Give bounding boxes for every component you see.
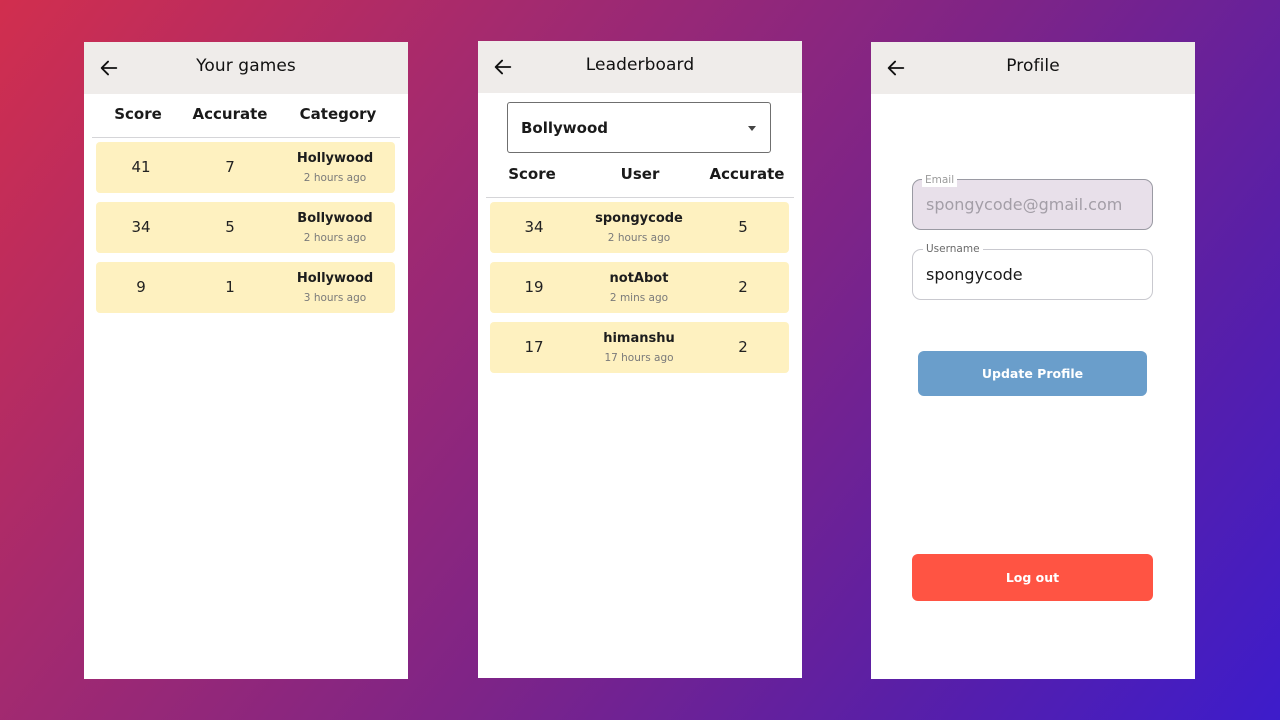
game-time: 2 hours ago bbox=[303, 172, 367, 184]
game-row[interactable]: 34 5 Bollywood 2 hours ago bbox=[96, 202, 395, 253]
leaderboard-user: spongycode bbox=[595, 211, 683, 226]
username-field-value: spongycode bbox=[926, 265, 1023, 284]
email-field-value: spongycode@gmail.com bbox=[926, 195, 1123, 214]
update-profile-button[interactable]: Update Profile bbox=[918, 351, 1147, 396]
category-select-value: Bollywood bbox=[521, 119, 609, 137]
leaderboard-score: 34 bbox=[524, 218, 544, 236]
username-field-label: Username bbox=[923, 242, 983, 256]
profile-app-bar: Profile bbox=[871, 42, 1195, 94]
caret-down-icon bbox=[748, 126, 756, 131]
game-score: 41 bbox=[131, 158, 151, 176]
leaderboard-user: notAbot bbox=[609, 271, 669, 286]
game-time: 3 hours ago bbox=[303, 292, 367, 304]
game-row[interactable]: 41 7 Hollywood 2 hours ago bbox=[96, 142, 395, 193]
page-title: Your games bbox=[196, 56, 296, 76]
leaderboard-user: himanshu bbox=[603, 331, 675, 346]
game-category: Hollywood bbox=[296, 271, 374, 286]
email-field[interactable]: Email spongycode@gmail.com bbox=[912, 173, 1153, 230]
leaderboard-score: 19 bbox=[524, 278, 544, 296]
game-accurate: 7 bbox=[225, 158, 235, 176]
logout-button[interactable]: Log out bbox=[912, 554, 1153, 601]
column-header-user: User bbox=[620, 165, 660, 183]
leaderboard-accurate: 5 bbox=[738, 218, 748, 236]
games-app-bar: Your games bbox=[84, 42, 408, 94]
game-score: 34 bbox=[131, 218, 151, 236]
leaderboard-time: 2 mins ago bbox=[609, 292, 669, 304]
games-screen: Your games Score Accurate Category 41 7 … bbox=[84, 42, 408, 679]
leaderboard-row[interactable]: 34 spongycode 2 hours ago 5 bbox=[490, 202, 789, 253]
leaderboard-time: 17 hours ago bbox=[604, 352, 674, 364]
profile-screen: Profile Email spongycode@gmail.com Usern… bbox=[871, 42, 1195, 679]
email-field-label: Email bbox=[922, 173, 958, 187]
leaderboard-score: 17 bbox=[524, 338, 544, 356]
page-title: Profile bbox=[1006, 56, 1060, 76]
leaderboard-app-bar: Leaderboard bbox=[478, 41, 802, 93]
category-select[interactable]: Bollywood bbox=[507, 102, 771, 153]
leaderboard-screen: Leaderboard Bollywood Score User Accurat… bbox=[478, 41, 802, 678]
column-header-score: Score bbox=[114, 105, 162, 123]
game-accurate: 1 bbox=[225, 278, 235, 296]
game-category: Hollywood bbox=[296, 151, 374, 166]
game-time: 2 hours ago bbox=[303, 232, 367, 244]
page-title: Leaderboard bbox=[585, 55, 695, 75]
column-header-accurate: Accurate bbox=[709, 165, 785, 183]
leaderboard-accurate: 2 bbox=[738, 338, 748, 356]
game-accurate: 5 bbox=[225, 218, 235, 236]
leaderboard-time: 2 hours ago bbox=[607, 232, 671, 244]
column-header-accurate: Accurate bbox=[192, 105, 268, 123]
username-field[interactable]: Username spongycode bbox=[912, 242, 1153, 300]
leaderboard-accurate: 2 bbox=[738, 278, 748, 296]
header-divider bbox=[92, 137, 400, 138]
game-row[interactable]: 9 1 Hollywood 3 hours ago bbox=[96, 262, 395, 313]
column-header-score: Score bbox=[508, 165, 556, 183]
game-category: Bollywood bbox=[297, 211, 373, 226]
leaderboard-row[interactable]: 17 himanshu 17 hours ago 2 bbox=[490, 322, 789, 373]
column-header-category: Category bbox=[299, 105, 377, 123]
leaderboard-row[interactable]: 19 notAbot 2 mins ago 2 bbox=[490, 262, 789, 313]
game-score: 9 bbox=[136, 278, 146, 296]
header-divider bbox=[486, 197, 794, 198]
